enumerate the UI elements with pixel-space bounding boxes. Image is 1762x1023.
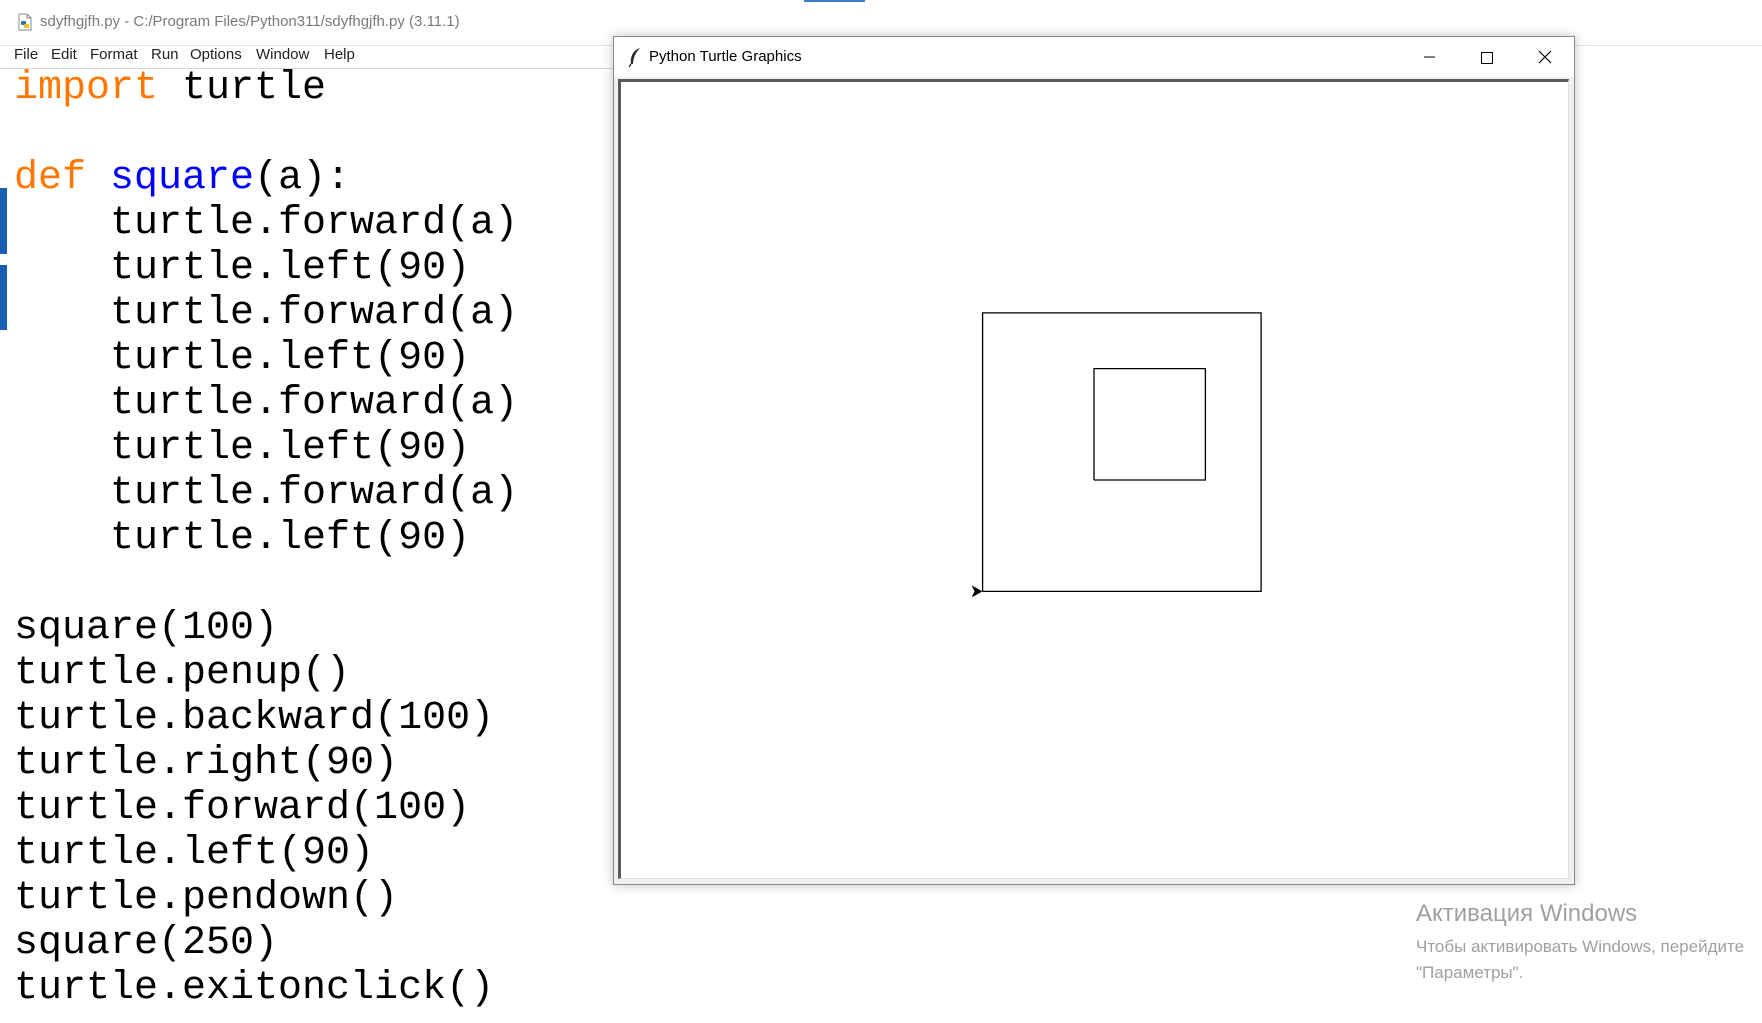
code-line: import turtle <box>14 66 518 111</box>
feather-icon <box>628 48 640 67</box>
code-line: turtle.left(90) <box>14 246 518 291</box>
builtin-token: square <box>110 156 255 201</box>
code-line: turtle.left(90) <box>14 426 518 471</box>
keyword-token: def <box>14 156 87 201</box>
activation-line: Чтобы активировать Windows, перейдите <box>1416 937 1745 956</box>
menu-help[interactable]: Help <box>324 46 355 63</box>
code-token: turtle.forward(a) <box>14 381 519 426</box>
turtle-square <box>981 312 1262 593</box>
code-line: turtle.forward(a) <box>14 291 518 336</box>
code-token: turtle.right(90) <box>14 741 399 786</box>
minimize-icon <box>1424 56 1435 58</box>
close-icon <box>1538 50 1552 64</box>
code-token: turtle.pendown() <box>14 876 399 921</box>
menu-edit[interactable]: Edit <box>51 46 77 63</box>
code-token: turtle.left(90) <box>14 246 471 291</box>
left-accent-bar <box>0 265 7 330</box>
code-line: turtle.left(90) <box>14 831 518 876</box>
code-text[interactable]: import turtle def square(a): turtle.forw… <box>14 66 518 1011</box>
code-token: turtle.forward(a) <box>14 471 519 516</box>
turtle-canvas[interactable] <box>618 79 1569 879</box>
maximize-button[interactable] <box>1458 37 1516 77</box>
menu-run[interactable]: Run <box>151 46 179 63</box>
menu-format[interactable]: Format <box>90 46 138 63</box>
code-token: turtle.forward(a) <box>14 291 519 336</box>
code-line: turtle.left(90) <box>14 336 518 381</box>
code-line: def square(a): <box>14 156 518 201</box>
taskbar-accent <box>804 0 865 2</box>
code-token: turtle.left(90) <box>14 831 375 876</box>
turtle-square <box>1093 367 1207 481</box>
code-line: square(250) <box>14 921 518 966</box>
code-line: turtle.forward(a) <box>14 471 518 516</box>
editor-title: sdyfhgjfh.py - C:/Program Files/Python31… <box>40 13 460 30</box>
left-accent-bar <box>0 188 7 254</box>
code-line: turtle.exitonclick() <box>14 966 518 1011</box>
code-line: turtle.forward(a) <box>14 201 518 246</box>
turtle-drawing <box>971 312 1262 598</box>
close-button[interactable] <box>1516 37 1574 77</box>
minimize-button[interactable] <box>1400 37 1458 77</box>
activation-line: "Параметры". <box>1416 963 1524 982</box>
code-token: square(100) <box>14 606 279 651</box>
code-token: turtle.left(90) <box>14 426 471 471</box>
code-token: turtle.forward(a) <box>14 201 519 246</box>
code-line: turtle.forward(a) <box>14 381 518 426</box>
turtle-titlebar[interactable]: Python Turtle Graphics <box>614 37 1574 77</box>
maximize-icon <box>1481 52 1493 64</box>
code-line: turtle.left(90) <box>14 516 518 561</box>
code-token: turtle.penup() <box>14 651 351 696</box>
turtle-title: Python Turtle Graphics <box>649 48 802 65</box>
code-token: turtle.left(90) <box>14 516 471 561</box>
python-file-icon <box>18 13 32 31</box>
code-token: turtle.forward(100) <box>14 786 471 831</box>
menu-file[interactable]: File <box>14 46 38 63</box>
code-line: turtle.penup() <box>14 651 518 696</box>
turtle-arrow-icon <box>971 585 983 598</box>
turtle-window: Python Turtle Graphics <box>613 36 1575 885</box>
code-token: turtle <box>158 66 327 111</box>
code-token: square(250) <box>14 921 279 966</box>
code-token: (a): <box>254 156 351 201</box>
menu-options[interactable]: Options <box>190 46 242 63</box>
code-line: turtle.pendown() <box>14 876 518 921</box>
menu-window[interactable]: Window <box>256 46 309 63</box>
code-token: turtle.exitonclick() <box>14 966 495 1011</box>
code-token: turtle.left(90) <box>14 336 471 381</box>
menu-bar: File Edit Format Run Options Window Help <box>0 46 620 68</box>
code-line: turtle.forward(100) <box>14 786 518 831</box>
code-line: turtle.right(90) <box>14 741 518 786</box>
code-token: turtle.backward(100) <box>14 696 495 741</box>
code-line: square(100) <box>14 606 518 651</box>
activation-title: Активация Windows <box>1416 900 1638 927</box>
activation-watermark: Активация Windows Чтобы активировать Win… <box>1416 900 1744 986</box>
code-line: turtle.backward(100) <box>14 696 518 741</box>
keyword-token: import <box>14 66 159 111</box>
